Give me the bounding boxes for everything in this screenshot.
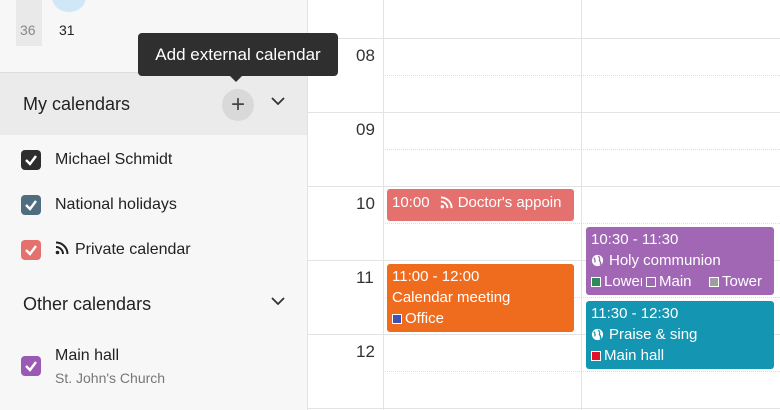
mini-calendar-day[interactable]: 31 [59,22,75,38]
location-label: Office [405,310,444,327]
rss-feed-icon [440,196,453,209]
grid-divider [383,0,384,410]
location-label: Main hall [604,347,665,364]
hour-label: 11 [356,268,374,287]
location-label: Tower [722,273,762,290]
week-number: 36 [20,22,36,38]
globe-icon [591,254,604,267]
rss-feed-icon [55,241,69,255]
location-tag: Tower [709,271,762,292]
calendar-item-michael-schmidt[interactable]: Michael Schmidt [0,141,307,181]
hour-line [308,38,780,39]
tooltip: Add external calendar [138,33,338,82]
hour-line [308,408,780,409]
event-title: Holy communion [609,252,721,269]
checkmark-icon [25,361,37,372]
calendar-label: Michael Schmidt [55,151,173,168]
location-tag: Main hall [591,345,664,366]
checkbox[interactable] [21,150,41,170]
checkbox[interactable] [21,240,41,260]
calendar-item-main-hall[interactable]: Main hall St. John's Church [0,337,307,393]
hour-label: 08 [356,46,375,65]
hour-line [308,186,780,187]
half-hour-line [383,223,780,224]
checkmark-icon [25,245,37,256]
event-holy-communion[interactable]: 10:30 - 11:30 Holy communion Lower Main To… [586,227,774,295]
location-color-swatch [392,313,402,324]
checkmark-icon [25,200,37,211]
checkmark-icon [25,155,37,166]
other-calendars-title: Other calendars [23,294,152,314]
add-external-calendar-button[interactable]: + [222,89,254,121]
checkbox[interactable] [21,195,41,215]
location-tag: Lower [591,271,642,292]
calendar-item-private-calendar[interactable]: Private calendar [0,231,307,271]
event-locations: Main hall [591,345,769,367]
event-time: 10:30 - 11:30 [591,231,679,248]
calendar-label: Main hall [55,347,120,364]
event-time: 11:00 - 12:00 [392,268,480,285]
location-label: Main [659,273,692,290]
location-color-swatch [709,276,719,287]
calendar-sublabel: St. John's Church [55,370,166,386]
hour-label: 10 [356,194,375,213]
location-color-swatch [646,276,656,287]
checkbox[interactable] [21,356,41,376]
calendar-day-grid[interactable]: 08 09 10 11 12 10:00 Doctor's appoin 11:… [308,0,780,410]
event-time: 10:00 [392,194,430,211]
event-title-line: Holy communion [591,250,769,271]
location-color-swatch [591,350,601,361]
location-color-swatch [591,276,601,287]
hour-label: 12 [356,342,375,361]
grid-divider [581,0,582,410]
half-hour-line [383,149,780,150]
location-tag: Office [392,308,444,329]
chevron-down-icon[interactable] [268,291,288,311]
event-praise-and-sing[interactable]: 11:30 - 12:30 Praise & sing Main hall [586,301,774,369]
globe-icon [591,328,604,341]
event-doctors-appointment[interactable]: 10:00 Doctor's appoin [387,189,574,221]
my-calendars-title: My calendars [23,94,131,114]
event-locations: Lower Main Tower [591,271,769,293]
event-calendar-meeting[interactable]: 11:00 - 12:00 Calendar meeting Office [387,264,574,332]
half-hour-line [383,371,780,372]
calendar-label-wrap: Private calendar [55,241,191,259]
hour-line [308,112,780,113]
event-title: Praise & sing [609,326,698,343]
my-calendars-header[interactable]: My calendars + [0,73,307,135]
event-line: 10:00 Doctor's appoin [392,191,569,215]
calendar-label: Private calendar [75,241,191,258]
location-tag: Main [646,271,705,292]
chevron-down-icon[interactable] [268,91,288,111]
event-title: Calendar meeting [392,289,511,306]
calendar-item-national-holidays[interactable]: National holidays [0,186,307,226]
event-time: 11:30 - 12:30 [591,305,679,322]
half-hour-line [383,75,780,76]
event-locations: Office [392,308,569,330]
selected-day-highlight [52,0,86,12]
location-label: Lower [604,273,642,290]
calendar-label: National holidays [55,196,177,213]
hour-label: 09 [356,120,375,139]
event-title-line: Praise & sing [591,324,769,345]
other-calendars-header[interactable]: Other calendars [0,273,307,335]
event-title: Doctor's appoin [457,194,562,211]
